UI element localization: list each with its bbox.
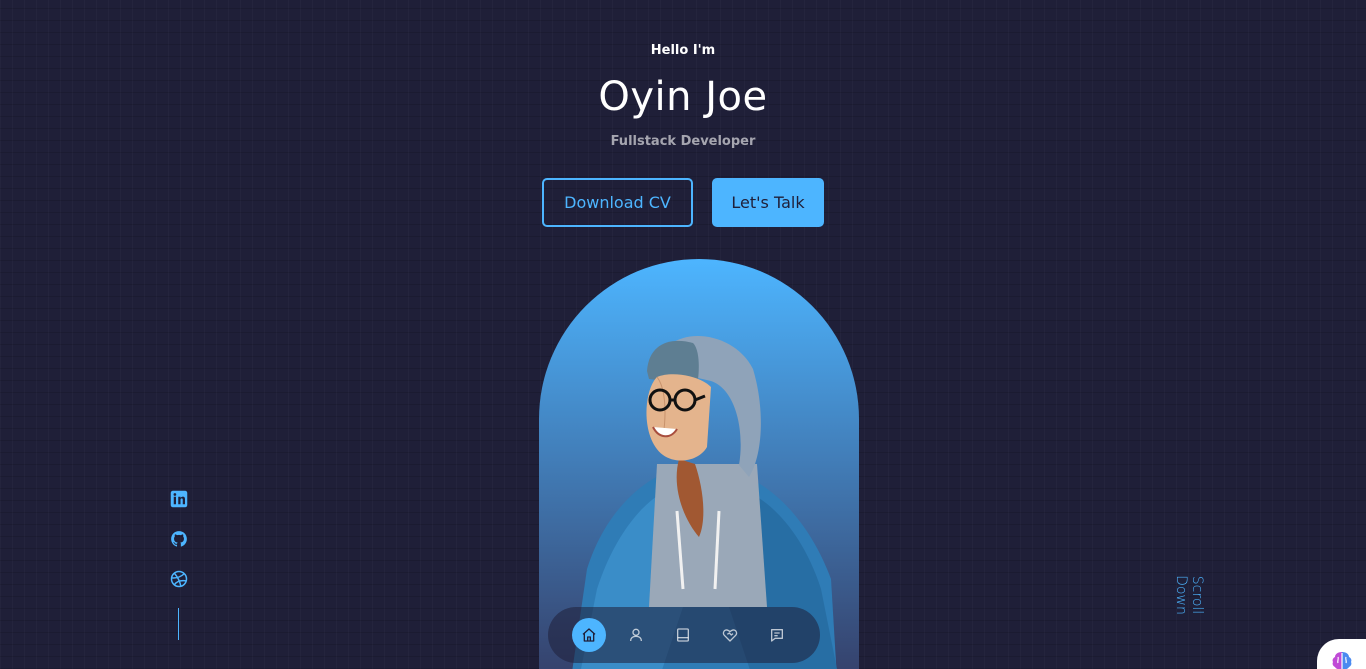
bottom-navigation bbox=[548, 607, 820, 663]
github-icon bbox=[171, 531, 187, 547]
brain-icon bbox=[1332, 652, 1351, 669]
dribbble-link[interactable] bbox=[170, 570, 188, 588]
social-divider-line bbox=[178, 608, 179, 640]
linkedin-icon bbox=[170, 490, 188, 508]
dribbble-icon bbox=[170, 570, 188, 588]
linkedin-link[interactable] bbox=[170, 490, 188, 508]
home-icon bbox=[582, 628, 596, 642]
social-links bbox=[170, 490, 188, 640]
greeting-text: Hello I'm bbox=[650, 43, 716, 58]
nav-contact[interactable] bbox=[760, 618, 794, 652]
hero-name: Oyin Joe bbox=[598, 74, 768, 120]
nav-services[interactable] bbox=[713, 618, 747, 652]
book-icon bbox=[677, 628, 689, 642]
github-link[interactable] bbox=[170, 530, 188, 548]
nav-home[interactable] bbox=[572, 618, 606, 652]
nav-about[interactable] bbox=[619, 618, 653, 652]
hero-role: Fullstack Developer bbox=[610, 134, 756, 149]
lets-talk-button[interactable]: Let's Talk bbox=[712, 178, 824, 227]
assistant-widget[interactable] bbox=[1317, 639, 1366, 669]
download-cv-button[interactable]: Download CV bbox=[542, 178, 693, 227]
handshake-icon bbox=[722, 629, 738, 642]
message-icon bbox=[771, 629, 783, 642]
scroll-down-link[interactable]: Scroll Down bbox=[1173, 559, 1205, 631]
user-icon bbox=[630, 628, 642, 642]
cta-buttons: Download CV Let's Talk bbox=[0, 178, 1366, 227]
nav-experience[interactable] bbox=[666, 618, 700, 652]
